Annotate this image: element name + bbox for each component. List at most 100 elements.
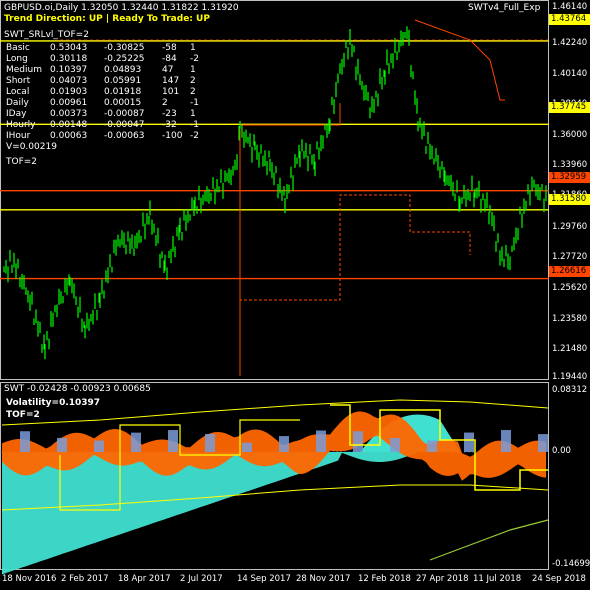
stats-name: Long — [6, 54, 28, 64]
stats-v2: -0.00087 — [104, 109, 145, 119]
level-label-stop-2: 1.26616 — [549, 266, 590, 277]
volatility-label: Volatility=0.10397 — [6, 398, 101, 408]
time-tick: 12 Feb 2018 — [358, 574, 411, 584]
stats-v1: 0.53043 — [50, 43, 88, 53]
sub-tick: 0.00 — [552, 446, 571, 456]
stats-v4: 2 — [190, 76, 196, 86]
stats-v3: -58 — [162, 43, 177, 53]
stats-row: Hourly 0.00148 -0.00047 -32 -1 — [6, 120, 210, 131]
stats-v3: -84 — [162, 54, 177, 64]
stats-row: Short 0.04073 0.05991 147 2 — [6, 76, 210, 87]
time-tick: 14 Sep 2017 — [237, 574, 291, 584]
stats-v2: 0.05991 — [104, 76, 142, 86]
sub-tof-label: TOF=2 — [6, 410, 40, 420]
stats-v1: 0.01903 — [50, 87, 88, 97]
stats-v2: 0.04893 — [104, 65, 142, 75]
v-value: V=0.00219 — [6, 142, 57, 152]
cyan-histogram — [2, 452, 470, 575]
stats-v4: 1 — [190, 43, 196, 53]
time-tick: 2 Jul 2017 — [180, 574, 223, 584]
stats-v1: 0.00148 — [50, 120, 88, 130]
blue-histogram-bar — [131, 432, 141, 452]
stats-name: IHour — [6, 131, 31, 141]
stats-row: Medium 0.10397 0.04893 47 1 — [6, 65, 210, 76]
blue-histogram-bar — [168, 430, 178, 452]
stats-v2: 0.00015 — [104, 98, 142, 108]
stats-name: IDay — [6, 109, 27, 119]
stats-row: Long 0.30118 -0.25225 -84 -2 — [6, 54, 210, 65]
time-tick: 2 Feb 2017 — [61, 574, 109, 584]
stats-row: IDay 0.00373 -0.00087 -23 1 — [6, 109, 210, 120]
stats-v3: -23 — [162, 109, 177, 119]
price-tick: 1.33960 — [552, 160, 588, 170]
time-tick: 11 Jul 2018 — [473, 574, 522, 584]
stats-v3: -100 — [162, 131, 183, 141]
blue-histogram-bar — [390, 438, 400, 452]
stats-row: Basic 0.53043 -0.30825 -58 1 — [6, 43, 210, 54]
stats-v3: 101 — [162, 87, 180, 97]
blue-histogram-bar — [427, 440, 437, 452]
stats-v2: -0.30825 — [104, 43, 145, 53]
blue-histogram-bar — [205, 433, 215, 452]
stats-v3: -32 — [162, 120, 177, 130]
blue-histogram-bar — [538, 434, 548, 452]
stats-table: Basic 0.53043 -0.30825 -58 1 Long 0.30118 -0.2… — [6, 43, 210, 167]
stats-v2: 0.01918 — [104, 87, 142, 97]
stats-v1: 0.30118 — [50, 54, 88, 64]
stats-name: Basic — [6, 43, 30, 53]
stats-row: Daily 0.00961 0.00015 2 -1 — [6, 98, 210, 109]
blue-histogram-bar — [501, 430, 511, 452]
stats-v1: 0.10397 — [50, 65, 88, 75]
sub-tick: -0.14699 — [552, 559, 590, 569]
price-tick: 1.46140 — [552, 2, 588, 12]
stats-v4: 2 — [190, 87, 196, 97]
stats-name: Hourly — [6, 120, 36, 130]
symbol-info: GBPUSD.oi,Daily 1.32050 1.32440 1.31822 … — [4, 3, 239, 13]
time-tick: 28 Nov 2017 — [296, 574, 351, 584]
blue-histogram-bar — [94, 440, 104, 452]
stats-name: Medium — [6, 65, 42, 75]
time-tick: 24 Sep 2018 — [532, 574, 586, 584]
stats-v1: 0.00063 — [50, 131, 88, 141]
blue-histogram-bar — [57, 437, 67, 452]
stats-name: Short — [6, 76, 31, 86]
stats-v2: -0.00047 — [104, 120, 145, 130]
time-tick: 18 Apr 2017 — [118, 574, 171, 584]
stats-name: Local — [6, 87, 30, 97]
stats-row: Local 0.01903 0.01918 101 2 — [6, 87, 210, 98]
stats-v1: 0.04073 — [50, 76, 88, 86]
blue-histogram-bar — [316, 430, 326, 452]
time-tick: 18 Nov 2016 — [2, 574, 57, 584]
time-tick: 27 Apr 2018 — [416, 574, 469, 584]
blue-histogram-bar — [353, 431, 363, 452]
trailing-stop-dashed — [239, 194, 471, 376]
stats-v2: -0.00063 — [104, 131, 145, 141]
stats-v4: 1 — [190, 65, 196, 75]
stats-v3: 2 — [162, 98, 168, 108]
stats-v1: 0.00373 — [50, 109, 88, 119]
level-label-support-1: 1.31580 — [549, 194, 590, 205]
price-tick: 1.29760 — [552, 222, 588, 232]
stats-v2: -0.25225 — [104, 54, 145, 64]
price-tick: 1.23580 — [552, 314, 588, 324]
stats-v3: 47 — [162, 65, 174, 75]
stats-v1: 0.00961 — [50, 98, 88, 108]
blue-histogram-bar — [279, 436, 289, 452]
level-label-resistance-2: 1.37745 — [549, 102, 590, 113]
trend-status: Trend Direction: UP | Ready To Trade: UP — [4, 14, 210, 24]
price-tick: 1.36000 — [552, 130, 588, 140]
green-signal-line — [429, 519, 549, 561]
stats-v3: 147 — [162, 76, 180, 86]
stats-row: IHour 0.00063 -0.00063 -100 -2 — [6, 131, 210, 142]
blue-histogram-bar — [242, 442, 252, 452]
stats-v4: 1 — [190, 109, 196, 119]
price-tick: 1.27720 — [552, 252, 588, 262]
price-tick: 1.40140 — [552, 69, 588, 79]
price-tick: 1.25620 — [552, 283, 588, 293]
trailing-stop-upper — [414, 19, 505, 101]
price-tick: 1.21480 — [552, 344, 588, 354]
stats-name: Daily — [6, 98, 29, 108]
srlvl-label: SWT_SRLvl_TOF=2 — [4, 30, 89, 40]
blue-histogram-bar — [20, 431, 30, 452]
level-label-resistance-1: 1.43764 — [549, 14, 590, 25]
